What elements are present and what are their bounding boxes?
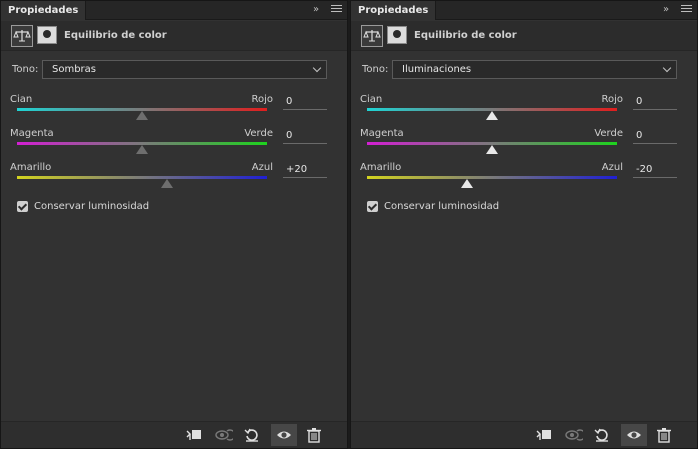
slider-value-input[interactable]: -20 xyxy=(633,162,677,178)
slider-value-input[interactable]: +20 xyxy=(283,162,327,178)
slider-magenta-verde: Magenta Verde 0 xyxy=(351,128,697,162)
properties-panel-highlights: Propiedades » Equilibrio de color Tono: … xyxy=(350,0,698,449)
slider-cian-rojo: Cian Rojo 0 xyxy=(351,94,697,128)
slider-left-label: Cian xyxy=(10,94,33,105)
clip-to-layer-icon xyxy=(186,430,201,440)
view-previous-state-icon xyxy=(565,429,583,441)
adjustment-header: Equilibrio de color xyxy=(351,21,697,51)
view-previous-state-icon xyxy=(215,429,233,441)
visibility-toggle-button[interactable] xyxy=(271,424,297,446)
slider-left-label: Amarillo xyxy=(10,162,52,173)
tono-selected-value: Sombras xyxy=(52,64,97,75)
reset-button[interactable] xyxy=(239,424,265,446)
reset-icon xyxy=(594,428,608,442)
reset-button[interactable] xyxy=(589,424,615,446)
visibility-toggle-button[interactable] xyxy=(621,424,647,446)
panel-footer xyxy=(351,421,697,448)
color-balance-scale-icon[interactable] xyxy=(361,25,383,47)
slider-left-label: Magenta xyxy=(10,128,54,139)
adjustment-header: Equilibrio de color xyxy=(1,21,347,51)
view-previous-state-button[interactable] xyxy=(210,424,236,446)
tono-label: Tono: xyxy=(362,64,389,75)
clip-to-layer-icon xyxy=(536,430,551,440)
slider-right-label: Rojo xyxy=(601,94,623,105)
panel-menu-icon[interactable] xyxy=(331,5,342,15)
slider-cian-rojo: Cian Rojo 0 xyxy=(1,94,347,128)
adjustment-title: Equilibrio de color xyxy=(64,30,167,41)
chevron-down-icon xyxy=(662,63,672,73)
panel-menu-icon[interactable] xyxy=(681,5,692,15)
slider-value-input[interactable]: 0 xyxy=(283,128,327,144)
slider-knob[interactable] xyxy=(161,179,173,188)
properties-panel-shadows: Propiedades » Equilibrio de color Tono: … xyxy=(0,0,348,449)
clip-to-layer-button[interactable] xyxy=(181,424,207,446)
panel-tab-bar: Propiedades » xyxy=(1,1,347,20)
view-previous-state-button[interactable] xyxy=(560,424,586,446)
tono-label: Tono: xyxy=(12,64,39,75)
slider-value-input[interactable]: 0 xyxy=(283,94,327,110)
preserve-luminosity-checkbox[interactable] xyxy=(367,201,378,212)
slider-value-input[interactable]: 0 xyxy=(633,94,677,110)
slider-knob[interactable] xyxy=(486,145,498,154)
tono-selected-value: Iluminaciones xyxy=(402,64,472,75)
slider-value-input[interactable]: 0 xyxy=(633,128,677,144)
clip-to-layer-button[interactable] xyxy=(531,424,557,446)
layer-mask-icon[interactable] xyxy=(387,26,407,44)
slider-track[interactable] xyxy=(367,176,617,179)
reset-icon xyxy=(244,428,258,442)
panel-tab-bar: Propiedades » xyxy=(351,1,697,20)
tono-dropdown[interactable]: Sombras xyxy=(42,60,327,79)
slider-knob[interactable] xyxy=(461,179,473,188)
visibility-eye-icon xyxy=(627,431,641,439)
slider-left-label: Magenta xyxy=(360,128,404,139)
slider-amarillo-azul: Amarillo Azul -20 xyxy=(351,162,697,196)
slider-right-label: Verde xyxy=(244,128,273,139)
adjustment-title: Equilibrio de color xyxy=(414,30,517,41)
trash-icon xyxy=(657,428,671,443)
slider-amarillo-azul: Amarillo Azul +20 xyxy=(1,162,347,196)
trash-icon xyxy=(307,428,321,443)
collapse-panel-icon[interactable]: » xyxy=(659,3,673,17)
slider-left-label: Cian xyxy=(360,94,383,105)
preserve-luminosity-label: Conservar luminosidad xyxy=(34,201,150,212)
slider-right-label: Azul xyxy=(601,162,623,173)
tab-propiedades[interactable]: Propiedades xyxy=(1,1,87,20)
panel-footer xyxy=(1,421,347,448)
preserve-luminosity-checkbox[interactable] xyxy=(17,201,28,212)
slider-knob[interactable] xyxy=(136,111,148,120)
slider-left-label: Amarillo xyxy=(360,162,402,173)
delete-adjustment-button[interactable] xyxy=(651,424,677,446)
visibility-eye-icon xyxy=(277,431,291,439)
slider-right-label: Rojo xyxy=(251,94,273,105)
tono-dropdown[interactable]: Iluminaciones xyxy=(392,60,677,79)
delete-adjustment-button[interactable] xyxy=(301,424,327,446)
tab-propiedades[interactable]: Propiedades xyxy=(351,1,437,20)
color-balance-scale-icon[interactable] xyxy=(11,25,33,47)
slider-magenta-verde: Magenta Verde 0 xyxy=(1,128,347,162)
slider-right-label: Azul xyxy=(251,162,273,173)
slider-knob[interactable] xyxy=(136,145,148,154)
slider-knob[interactable] xyxy=(486,111,498,120)
collapse-panel-icon[interactable]: » xyxy=(309,3,323,17)
slider-right-label: Verde xyxy=(594,128,623,139)
chevron-down-icon xyxy=(312,63,322,73)
layer-mask-icon[interactable] xyxy=(37,26,57,44)
preserve-luminosity-label: Conservar luminosidad xyxy=(384,201,500,212)
slider-track[interactable] xyxy=(17,176,267,179)
